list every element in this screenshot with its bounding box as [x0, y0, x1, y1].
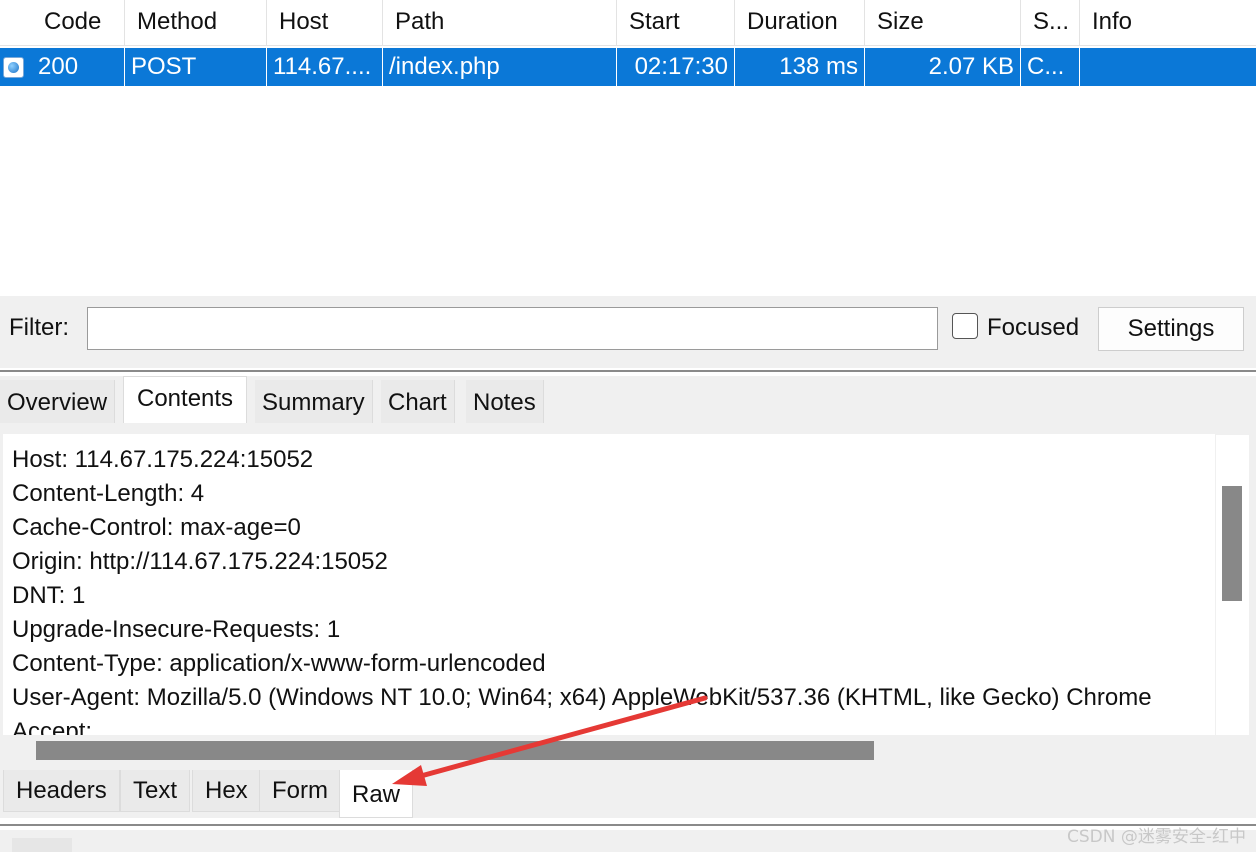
watermark: CSDN @迷雾安全-红中	[1066, 827, 1246, 847]
cell-method: POST	[125, 48, 267, 86]
tab-chart[interactable]: Chart	[381, 380, 455, 423]
header-line: Accept:	[12, 718, 93, 735]
tab-notes[interactable]: Notes	[466, 380, 544, 423]
column-header-method[interactable]: Method	[125, 0, 267, 46]
column-header-duration[interactable]: Duration	[735, 0, 865, 46]
vertical-scroll-thumb[interactable]	[1222, 486, 1242, 601]
cell-duration: 138 ms	[735, 48, 865, 86]
header-line: DNT: 1	[12, 582, 86, 609]
tab-text[interactable]: Text	[120, 770, 191, 812]
settings-button[interactable]: Settings	[1098, 307, 1244, 351]
focused-label[interactable]: Focused	[987, 314, 1079, 342]
detail-tab-bar: Overview Contents Summary Chart Notes	[0, 376, 1256, 424]
tab-form[interactable]: Form	[259, 770, 341, 812]
column-header-code[interactable]: Code	[32, 0, 125, 46]
request-table: Code Method Host Path Start Duration Siz…	[0, 0, 1256, 296]
header-line: Content-Type: application/x-www-form-url…	[12, 650, 546, 677]
cell-host: 114.67....	[267, 48, 383, 86]
table-row[interactable]: 200 POST 114.67.... /index.php 02:17:30 …	[0, 48, 1256, 86]
header-line: Cache-Control: max-age=0	[12, 514, 301, 541]
tab-headers[interactable]: Headers	[3, 770, 120, 812]
tab-raw[interactable]: Raw	[339, 770, 414, 818]
contents-panel: Host: 114.67.175.224:15052 Content-Lengt…	[0, 423, 1256, 770]
table-header: Code Method Host Path Start Duration Siz…	[0, 0, 1256, 46]
header-line: Upgrade-Insecure-Requests: 1	[12, 616, 341, 643]
tab-hex[interactable]: Hex	[192, 770, 261, 812]
content-view-tab-bar: Headers Text Hex Form Raw	[0, 770, 1256, 818]
cell-path: /index.php	[383, 48, 617, 86]
cell-info	[1080, 48, 1256, 86]
vertical-scrollbar[interactable]	[1216, 435, 1249, 735]
header-line: Content-Length: 4	[12, 480, 205, 507]
filter-bar: Filter: Focused Settings	[0, 296, 1256, 368]
filter-input[interactable]	[87, 307, 938, 350]
column-header-path[interactable]: Path	[383, 0, 617, 46]
column-header-host[interactable]: Host	[267, 0, 383, 46]
horizontal-scroll-thumb[interactable]	[36, 741, 874, 760]
column-header-status[interactable]: S...	[1021, 0, 1080, 46]
horizontal-scrollbar[interactable]	[3, 735, 1215, 769]
cell-status: C...	[1021, 48, 1080, 86]
focused-checkbox[interactable]	[952, 313, 978, 339]
tab-summary[interactable]: Summary	[255, 380, 373, 423]
tab-contents[interactable]: Contents	[123, 376, 248, 424]
filter-label: Filter:	[9, 314, 69, 341]
footer-tab-stub	[12, 838, 72, 852]
splitter[interactable]	[0, 370, 1256, 372]
column-header-start[interactable]: Start	[617, 0, 735, 46]
cell-code: 200	[32, 48, 125, 86]
web-request-icon	[3, 57, 24, 78]
header-line: User-Agent: Mozilla/5.0 (Windows NT 10.0…	[12, 684, 1152, 711]
header-line: Origin: http://114.67.175.224:15052	[12, 548, 388, 575]
header-line: Host: 114.67.175.224:15052	[12, 446, 314, 473]
tab-overview[interactable]: Overview	[0, 380, 116, 423]
raw-request-text[interactable]: Host: 114.67.175.224:15052 Content-Lengt…	[3, 434, 1215, 735]
column-header-size[interactable]: Size	[865, 0, 1021, 46]
column-header-info[interactable]: Info	[1080, 0, 1256, 46]
cell-size: 2.07 KB	[865, 48, 1021, 86]
cell-start: 02:17:30	[617, 48, 735, 86]
